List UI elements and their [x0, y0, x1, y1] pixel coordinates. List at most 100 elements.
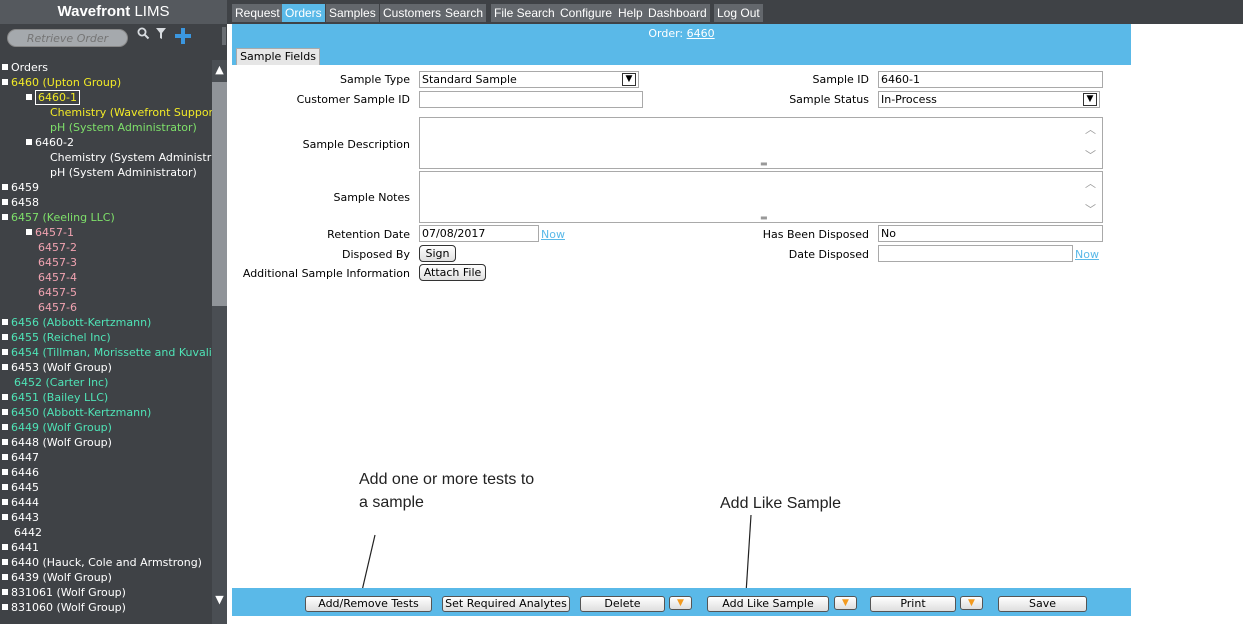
expand-icon[interactable] — [2, 349, 8, 355]
tree-item[interactable]: pH (System Administrator) — [0, 120, 212, 135]
tree-item[interactable]: 6457-4 — [0, 270, 212, 285]
expand-icon[interactable] — [2, 334, 8, 340]
save-button[interactable]: Save — [998, 596, 1087, 612]
tree-item[interactable]: 6460 (Upton Group) — [0, 75, 212, 90]
expand-icon[interactable] — [2, 544, 8, 550]
tree-item[interactable]: 6450 (Abbott-Kertzmann) — [0, 405, 212, 420]
scroll-up-icon[interactable]: ▲ — [212, 62, 227, 78]
order-title: Order: 6460 — [232, 27, 1131, 40]
add-order-icon[interactable] — [173, 27, 193, 47]
tab-request[interactable]: Request — [232, 4, 283, 22]
tree-item[interactable]: 6457-2 — [0, 240, 212, 255]
expand-icon[interactable] — [2, 454, 8, 460]
tree-item[interactable]: 6440 (Hauck, Cole and Armstrong) — [0, 555, 212, 570]
expand-icon[interactable] — [2, 574, 8, 580]
tree-item[interactable]: 6457-5 — [0, 285, 212, 300]
tree-item[interactable]: 6448 (Wolf Group) — [0, 435, 212, 450]
tree-item[interactable]: 6451 (Bailey LLC) — [0, 390, 212, 405]
tree-item[interactable]: 6454 (Tillman, Morissette and Kuvalis) — [0, 345, 212, 360]
tree-item[interactable]: 6458 — [0, 195, 212, 210]
retrieve-order-input[interactable] — [7, 29, 128, 47]
tab-help[interactable]: Help — [615, 4, 646, 22]
tree-item[interactable]: 6442 — [0, 525, 212, 540]
expand-icon[interactable] — [2, 499, 8, 505]
set-required-analytes-button[interactable]: Set Required Analytes — [442, 596, 570, 612]
tree-item[interactable]: 6460-1 — [0, 90, 212, 105]
expand-icon[interactable] — [2, 364, 8, 370]
tree-item[interactable]: 6453 (Wolf Group) — [0, 360, 212, 375]
tree-item[interactable]: 6441 — [0, 540, 212, 555]
tree-item[interactable]: 6457-6 — [0, 300, 212, 315]
tab-samples[interactable]: Samples — [326, 4, 379, 22]
tree-item[interactable]: 6439 (Wolf Group) — [0, 570, 212, 585]
tree-item[interactable]: Chemistry (System Administrator) — [0, 150, 212, 165]
tab-customers[interactable]: Customers — [380, 4, 445, 22]
print-button[interactable]: Print — [870, 596, 956, 612]
expand-icon[interactable] — [2, 394, 8, 400]
collapse-icon[interactable] — [2, 79, 8, 85]
order-number-link[interactable]: 6460 — [687, 27, 715, 40]
scrollbar-thumb[interactable] — [212, 82, 227, 306]
tree-item[interactable]: 6460-2 — [0, 135, 212, 150]
print-dropdown-icon[interactable]: ▼ — [960, 596, 983, 610]
tree-item[interactable]: pH (System Administrator) — [0, 165, 212, 180]
app-brand: Wavefront LIMS — [0, 0, 227, 24]
tree-scrollbar[interactable]: ▲ ▼ — [212, 60, 227, 624]
expand-icon[interactable] — [2, 604, 8, 610]
annotation-arrow-like-sample — [745, 514, 752, 588]
expand-icon[interactable] — [2, 514, 8, 520]
collapse-icon[interactable] — [26, 229, 32, 235]
tree-item[interactable]: 6446 — [0, 465, 212, 480]
expand-icon[interactable] — [2, 469, 8, 475]
tree-item[interactable]: 6449 (Wolf Group) — [0, 420, 212, 435]
collapse-icon[interactable] — [26, 139, 32, 145]
tree-item[interactable]: 831061 (Wolf Group) — [0, 585, 212, 600]
collapse-icon[interactable] — [26, 94, 32, 100]
tree-item[interactable]: 6459 — [0, 180, 212, 195]
tab-sample-fields[interactable]: Sample Fields — [236, 48, 320, 65]
filter-icon[interactable] — [152, 27, 170, 47]
expand-icon[interactable] — [2, 439, 8, 445]
add-like-sample-dropdown-icon[interactable]: ▼ — [834, 596, 857, 610]
collapse-icon[interactable] — [2, 214, 8, 220]
delete-button[interactable]: Delete — [580, 596, 665, 612]
expand-icon[interactable] — [2, 589, 8, 595]
tree-item[interactable]: 6455 (Reichel Inc) — [0, 330, 212, 345]
expand-icon[interactable] — [2, 484, 8, 490]
tree-item[interactable]: 6457 (Keeling LLC) — [0, 210, 212, 225]
tree-item[interactable]: Chemistry (Wavefront Support) — [0, 105, 212, 120]
scroll-down-icon[interactable]: ▼ — [212, 592, 227, 608]
sample-fields-form: Sample Type Standard Sample ▼ Sample ID … — [232, 65, 1131, 588]
tree-item[interactable]: 6443 — [0, 510, 212, 525]
expand-icon[interactable] — [2, 319, 8, 325]
delete-dropdown-icon[interactable]: ▼ — [669, 596, 692, 610]
tree-item[interactable]: 6452 (Carter Inc) — [0, 375, 212, 390]
sidebar-resize-handle[interactable] — [222, 27, 226, 45]
tree-item[interactable]: 6447 — [0, 450, 212, 465]
tree-item[interactable]: 6457-3 — [0, 255, 212, 270]
expand-icon[interactable] — [2, 559, 8, 565]
tree-item[interactable]: 831060 (Wolf Group) — [0, 600, 212, 615]
tree-item-label: 831061 (Wolf Group) — [11, 586, 126, 599]
tab-configure[interactable]: Configure — [557, 4, 616, 22]
expand-icon[interactable] — [2, 409, 8, 415]
add-like-sample-button[interactable]: Add Like Sample — [707, 596, 829, 612]
tree-item[interactable]: Orders — [0, 60, 212, 75]
tree-item[interactable]: 6456 (Abbott-Kertzmann) — [0, 315, 212, 330]
collapse-icon[interactable] — [2, 64, 8, 70]
tab-file-search[interactable]: File Search — [491, 4, 558, 22]
add-remove-tests-button[interactable]: Add/Remove Tests — [305, 596, 432, 612]
tab-orders[interactable]: Orders — [282, 4, 325, 22]
expand-icon[interactable] — [2, 424, 8, 430]
tree-item[interactable]: 6457-1 — [0, 225, 212, 240]
expand-icon[interactable] — [2, 184, 8, 190]
tab-dashboard[interactable]: Dashboard — [645, 4, 710, 22]
tree-item[interactable]: 6445 — [0, 480, 212, 495]
tree-item-label: 6454 (Tillman, Morissette and Kuvalis) — [11, 346, 212, 359]
top-nav: Request Orders Samples Customers Search File … — [227, 0, 1243, 24]
tree-item[interactable]: 6444 — [0, 495, 212, 510]
expand-icon[interactable] — [2, 199, 8, 205]
tab-search[interactable]: Search — [442, 4, 487, 22]
tab-log-out[interactable]: Log Out — [714, 4, 763, 22]
search-icon[interactable] — [134, 27, 152, 47]
